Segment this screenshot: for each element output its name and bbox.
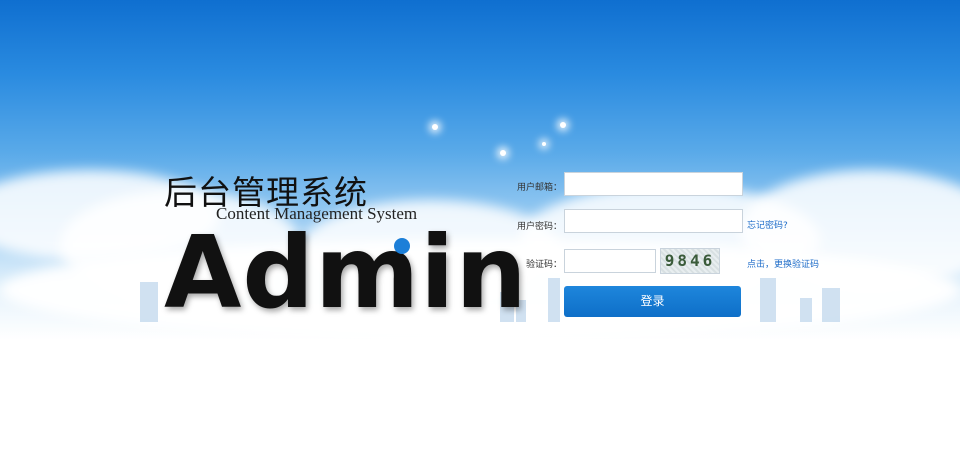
login-form: 用户邮箱： 用户密码： 忘记密码? 验证码： 9846 点击，更换验证码 登录 <box>500 168 830 318</box>
password-field[interactable] <box>564 209 743 233</box>
captcha-field[interactable] <box>564 249 656 273</box>
password-label: 用户密码： <box>516 222 562 232</box>
star <box>500 150 506 156</box>
email-field[interactable] <box>564 172 743 196</box>
captcha-label: 验证码： <box>525 260 562 270</box>
email-label: 用户邮箱： <box>516 183 562 193</box>
brand-logo-text: Admin <box>164 214 528 331</box>
star <box>542 142 546 146</box>
forgot-password-link[interactable]: 忘记密码? <box>747 218 788 231</box>
star <box>560 122 566 128</box>
logo-dot-icon <box>394 238 410 254</box>
city-building <box>140 282 158 322</box>
login-button[interactable]: 登录 <box>564 286 741 317</box>
captcha-image[interactable]: 9846 <box>660 248 720 274</box>
star <box>432 124 438 130</box>
refresh-captcha-link[interactable]: 点击，更换验证码 <box>747 257 819 270</box>
